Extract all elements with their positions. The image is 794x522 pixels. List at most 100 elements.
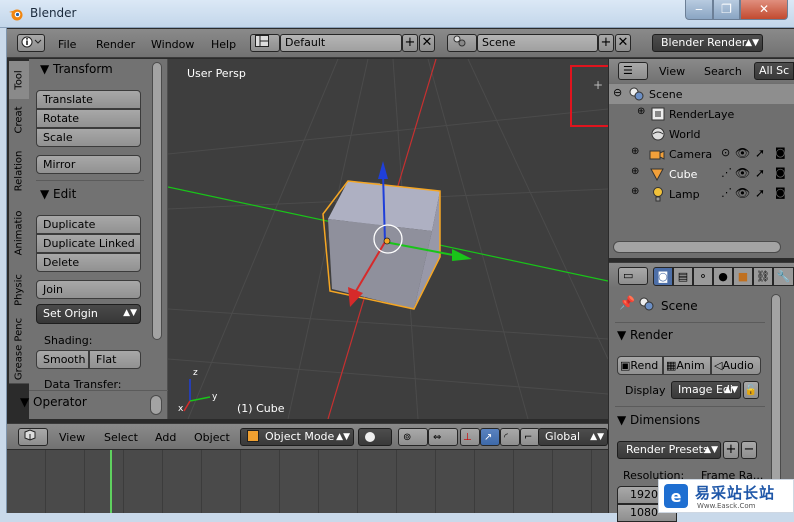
viewport-editor-type[interactable] [18,428,48,446]
outliner-display-filter[interactable]: All Sc [754,62,794,80]
tab-relations[interactable]: Relation [9,141,29,202]
scene-selector[interactable] [447,34,477,52]
outliner-item-renderlayers[interactable]: ⊕ RenderLaye [609,104,794,124]
smooth-button[interactable]: Smooth [36,350,89,369]
current-frame-marker[interactable] [110,450,112,513]
transform-panel-header[interactable]: ▼ Transform [40,62,113,76]
viewport-menu-add[interactable]: Add [155,431,176,444]
properties-context-tabs: ◙ ▤ ⚬ ● ■ ⛓ 🔧 [653,267,794,286]
screen-layout-selector[interactable] [250,34,280,52]
outliner-scrollbar[interactable] [613,241,781,253]
pin-icon[interactable]: 📌 [619,296,635,311]
visibility-eye-icon[interactable]: 👁 [735,186,750,200]
minimize-button[interactable]: ‒ [685,0,713,20]
outliner-item-lamp-label: Lamp [669,188,700,201]
delete-scene-button[interactable]: ✕ [615,34,631,52]
outliner-menu-view[interactable]: View [659,65,685,78]
translate-manipulator-toggle[interactable]: ↗ [480,428,500,446]
render-tab-camera-icon[interactable]: ◙ [653,267,673,286]
set-origin-dropdown[interactable]: Set Origin ▲▼ [36,304,141,324]
outliner-menu-search[interactable]: Search [704,65,742,78]
duplicate-linked-button[interactable]: Duplicate Linked [36,234,141,253]
render-presets-selector[interactable]: Render Presets ▲▼ [617,441,721,459]
menu-file[interactable]: File [58,38,76,51]
tab-animation[interactable]: Animatio [9,201,29,266]
manipulator-toggle[interactable]: ⊥ [460,428,480,446]
lock-interface-button[interactable]: 🔓 [743,381,759,399]
display-mode-selector[interactable]: Image Edi ▲▼ [671,381,741,399]
delete-button[interactable]: Delete [36,253,141,272]
delete-screen-button[interactable]: ✕ [419,34,435,52]
viewport-menu-view[interactable]: View [59,431,85,444]
duplicate-button[interactable]: Duplicate [36,215,141,234]
scale-button[interactable]: Scale [36,128,141,147]
tab-physics[interactable]: Physic [9,265,29,316]
close-window-button[interactable]: ✕ [740,0,788,20]
properties-editor-type[interactable]: ▭ [618,267,648,285]
outliner-item-scene[interactable]: ⊖ Scene [609,84,794,104]
properties-scrollbar[interactable] [771,294,781,504]
outliner-editor-type[interactable]: ☰ [618,62,648,80]
select-cursor-icon[interactable]: ➚ [755,186,765,200]
viewport-menu-object[interactable]: Object [194,431,230,444]
join-button[interactable]: Join [36,280,141,299]
rotate-button[interactable]: Rotate [36,109,141,128]
constraints-tab-icon[interactable]: ⛓ [753,267,773,286]
menu-help[interactable]: Help [211,38,236,51]
viewport-shading-selector[interactable] [358,428,392,446]
pivot-point-selector[interactable]: ⊚ [398,428,428,446]
dimensions-panel-title: Dimensions [630,413,701,427]
select-cursor-icon[interactable]: ➚ [755,166,765,180]
visibility-eye-icon[interactable]: 👁 [735,166,750,180]
dimensions-panel-header[interactable]: ▼ Dimensions [617,413,700,427]
3d-viewport[interactable]: z y x User Persp (1) Cube + [168,59,608,419]
tab-grease-pencil[interactable]: Grease Penc [9,315,29,384]
add-screen-button[interactable]: + [402,34,418,52]
render-camera-icon[interactable]: ◙ [775,146,786,159]
render-camera-icon[interactable]: ◙ [775,186,786,199]
remove-preset-button[interactable]: − [741,441,757,459]
scene-tab-icon[interactable]: ⚬ [693,267,713,286]
modifiers-tab-icon[interactable]: 🔧 [773,267,794,286]
watermark-brand: 易采站长站 [695,484,776,502]
cube-object[interactable] [322,180,441,310]
screen-layout-name[interactable]: Default [280,34,402,52]
render-camera-icon[interactable]: ◙ [775,166,786,179]
scale-manipulator-toggle[interactable]: ⌐ [520,428,540,446]
rotate-manipulator-toggle[interactable]: ◜ [500,428,520,446]
world-tab-icon[interactable]: ● [713,267,733,286]
render-panel-header[interactable]: ▼ Render [617,328,673,342]
render-layers-tab-icon[interactable]: ▤ [673,267,693,286]
menu-window[interactable]: Window [151,38,194,51]
render-audio-button[interactable]: ◁Audio [711,356,761,375]
mirror-button[interactable]: Mirror [36,155,141,174]
render-animation-button[interactable]: ▦Anim [663,356,711,375]
z-arrow-icon[interactable] [378,161,388,179]
add-scene-button[interactable]: + [598,34,614,52]
flat-button[interactable]: Flat [89,350,141,369]
tool-shelf-scrollbar[interactable] [152,62,162,340]
editor-type-selector[interactable] [17,34,45,52]
select-cursor-icon[interactable]: ➚ [755,146,765,160]
visibility-eye-icon[interactable]: 👁 [735,146,750,160]
object-tab-icon[interactable]: ■ [733,267,753,286]
interaction-mode-selector[interactable]: Object Mode ▲▼ [240,428,354,446]
maximize-button[interactable]: ❐ [713,0,740,20]
menu-render[interactable]: Render [96,38,135,51]
tab-create[interactable]: Creat [9,99,29,142]
render-engine-selector[interactable]: Blender Render ▲▼ [652,34,763,52]
translate-button[interactable]: Translate [36,90,141,109]
transform-orientation-selector[interactable]: Global ▲▼ [538,428,608,446]
scene-name[interactable]: Scene [477,34,598,52]
render-image-button[interactable]: ▣Rend [617,356,663,375]
operator-panel-header[interactable]: ▼ Operator [20,395,87,409]
layer-toggle[interactable]: ⇔ [428,428,458,446]
tab-tool[interactable]: Tool [9,61,29,100]
edit-panel-header[interactable]: ▼ Edit [40,187,76,201]
viewport-menu-select[interactable]: Select [104,431,138,444]
window-titlebar[interactable]: Blender ‒ ❐ ✕ [0,0,794,28]
operator-scrollbar[interactable] [150,395,162,415]
outliner-item-world[interactable]: World [609,124,794,144]
add-preset-button[interactable]: + [723,441,739,459]
timeline-area[interactable] [7,450,608,513]
